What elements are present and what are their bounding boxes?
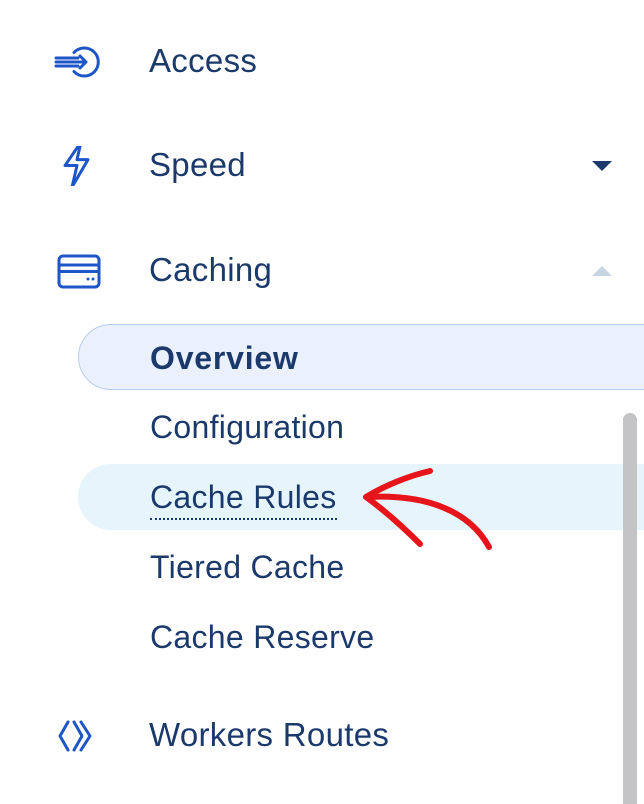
subitem-label: Configuration [150,409,345,445]
caching-drive-icon [50,251,104,291]
sidebar-item-label: Caching [149,251,273,288]
sidebar-nav: Access Speed Caching Overview Configurat… [0,0,644,804]
subitem-label: Overview [150,340,299,376]
caching-subitem-configuration[interactable]: Configuration [78,394,644,460]
sidebar-item-workers-routes[interactable]: Workers Routes [0,701,644,771]
sidebar-item-label: Workers Routes [149,716,390,753]
chevron-up-icon[interactable] [590,261,614,281]
sidebar-item-speed[interactable]: Speed [0,131,644,201]
caching-subitem-cache-reserve[interactable]: Cache Reserve [78,604,644,670]
caching-subitem-overview[interactable]: Overview [78,324,644,390]
speed-bolt-icon [50,146,104,186]
sidebar-item-label: Access [149,42,258,79]
caching-subitem-cache-rules[interactable]: Cache Rules [78,464,644,530]
subitem-label: Cache Reserve [150,619,375,655]
sidebar-item-caching[interactable]: Caching [0,236,644,306]
sidebar-item-label: Speed [149,146,246,183]
subitem-label: Tiered Cache [150,549,345,585]
scrollbar[interactable] [623,413,637,804]
access-icon [50,42,104,82]
sidebar-item-access[interactable]: Access [0,27,644,97]
chevron-down-icon[interactable] [590,156,614,176]
caching-subitem-tiered-cache[interactable]: Tiered Cache [78,534,644,600]
workers-routes-icon [50,716,104,756]
subitem-label: Cache Rules [150,478,337,520]
